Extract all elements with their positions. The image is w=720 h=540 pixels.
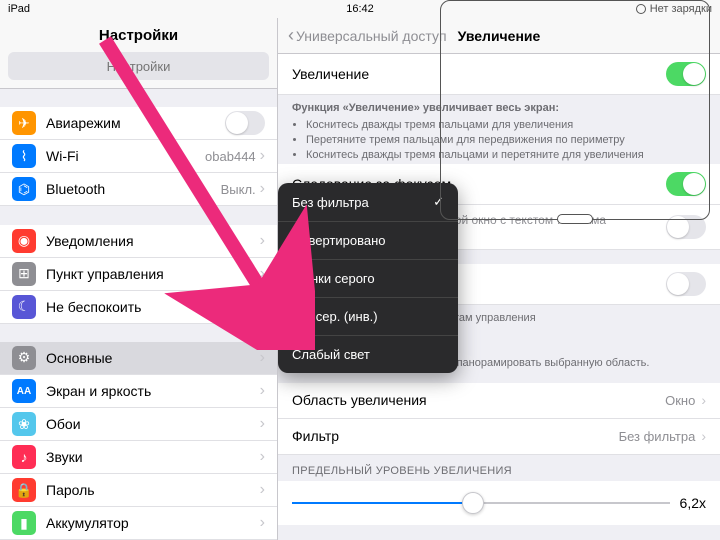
chevron-right-icon: › [260,481,265,499]
back-button[interactable]: ‹ Универсальный доступ [288,25,447,46]
status-bar: iPad 16:42 Нет зарядки [0,0,720,18]
wifi-icon: ⌇ [12,144,36,168]
display-icon: AA [12,379,36,403]
detail-navbar: ‹ Универсальный доступ Увеличение [278,18,720,54]
filter-option-inverted[interactable]: Инвертировано [278,222,458,260]
device-label: iPad [8,3,30,15]
chevron-right-icon: › [260,382,265,400]
sidebar-item-sounds[interactable]: ♪ Звуки › [0,441,277,474]
chevron-right-icon: › [701,428,706,444]
chevron-right-icon: › [701,392,706,408]
sidebar-item-general[interactable]: ⚙ Основные › [0,342,277,375]
max-zoom-slider[interactable] [292,502,670,504]
lock-icon: 🔒 [12,478,36,502]
charging-status: Нет зарядки [636,3,712,15]
filter-popover: Без фильтра ✓ Инвертировано ттенки серог… [278,183,458,373]
settings-sidebar: Настройки ✈ Авиарежим ⌇ Wi-Fi obab444 › … [0,18,278,540]
chevron-right-icon: › [260,298,265,316]
max-zoom-header: ПРЕДЕЛЬНЫЙ УРОВЕНЬ УВЕЛИЧЕНИЯ [278,455,720,481]
zoom-filter-row[interactable]: Фильтр Без фильтра › [278,419,720,455]
page-title: Увеличение [458,28,541,44]
max-zoom-slider-row: 6,2x [278,481,720,525]
airplane-icon: ✈ [12,111,36,135]
sidebar-item-airplane[interactable]: ✈ Авиарежим [0,107,277,140]
search-input[interactable] [8,52,269,80]
slider-thumb[interactable] [462,492,484,514]
controller-toggle[interactable] [666,272,706,296]
check-icon: ✓ [433,194,444,210]
max-zoom-value: 6,2x [680,495,706,511]
detail-pane: ‹ Универсальный доступ Увеличение Увелич… [278,18,720,540]
sidebar-title: Настройки [0,18,277,52]
filter-option-grayscale-inv[interactable]: нки сер. (инв.) [278,298,458,336]
zoom-description: Функция «Увеличение» увеличивает весь эк… [278,95,720,164]
chevron-right-icon: › [260,180,265,198]
wallpaper-icon: ❀ [12,412,36,436]
sidebar-item-notifications[interactable]: ◉ Уведомления › [0,225,277,258]
sidebar-item-wallpaper[interactable]: ❀ Обои › [0,408,277,441]
follow-focus-toggle[interactable] [666,172,706,196]
chevron-right-icon: › [260,415,265,433]
clock: 16:42 [346,3,374,15]
sync-icon [636,4,646,14]
sidebar-item-wifi[interactable]: ⌇ Wi-Fi obab444 › [0,140,277,173]
sidebar-item-dnd[interactable]: ☾ Не беспокоить › [0,291,277,324]
filter-option-none[interactable]: Без фильтра ✓ [278,183,458,222]
chevron-right-icon: › [260,265,265,283]
sidebar-item-control-center[interactable]: ⊞ Пункт управления › [0,258,277,291]
sidebar-item-passcode[interactable]: 🔒 Пароль › [0,474,277,507]
airplane-toggle[interactable] [225,111,265,135]
chevron-right-icon: › [260,514,265,532]
chevron-right-icon: › [260,232,265,250]
zoom-toggle[interactable] [666,62,706,86]
notifications-icon: ◉ [12,229,36,253]
bluetooth-icon: ⌬ [12,177,36,201]
sounds-icon: ♪ [12,445,36,469]
battery-icon: ▮ [12,511,36,535]
filter-option-lowlight[interactable]: Слабый свет [278,336,458,373]
sidebar-item-bluetooth[interactable]: ⌬ Bluetooth Выкл. › [0,173,277,206]
control-center-icon: ⊞ [12,262,36,286]
chevron-right-icon: › [260,349,265,367]
chevron-right-icon: › [260,147,265,165]
keyboard-toggle[interactable] [666,215,706,239]
sidebar-item-display[interactable]: AA Экран и яркость › [0,375,277,408]
chevron-right-icon: › [260,448,265,466]
dnd-icon: ☾ [12,295,36,319]
zoom-enable-row[interactable]: Увеличение [278,54,720,95]
filter-option-grayscale[interactable]: ттенки серого [278,260,458,298]
sidebar-item-battery[interactable]: ▮ Аккумулятор › [0,507,277,540]
chevron-left-icon: ‹ [288,25,294,46]
gear-icon: ⚙ [12,346,36,370]
zoom-region-row[interactable]: Область увеличения Окно › [278,383,720,419]
